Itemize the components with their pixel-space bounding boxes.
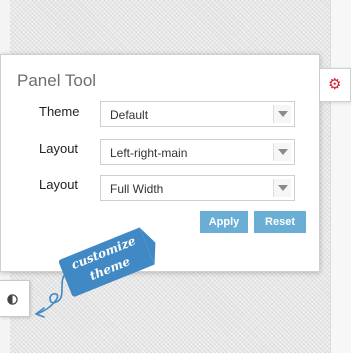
chevron-down-icon[interactable] (273, 143, 291, 161)
theme-label: Theme (39, 104, 80, 119)
theme-select-value: Default (110, 108, 149, 122)
chevron-down-icon[interactable] (273, 179, 291, 197)
reset-button[interactable]: Reset (254, 211, 306, 233)
width-label: Layout (39, 177, 79, 192)
width-select[interactable]: Full Width (100, 175, 295, 201)
panel-tool-toggle-tab[interactable]: ⚙ (320, 68, 351, 102)
gear-icon[interactable]: ⚙ (328, 75, 341, 95)
page-right-edge (330, 0, 351, 353)
panel-title: Panel Tool (17, 71, 97, 90)
layout-select[interactable]: Left-right-main (100, 139, 295, 165)
customize-theme-button[interactable] (0, 280, 30, 317)
layout-select-value: Left-right-main (110, 146, 188, 160)
layout-label: Layout (39, 141, 79, 156)
chevron-down-icon[interactable] (273, 105, 291, 123)
theme-select[interactable]: Default (100, 101, 295, 127)
contrast-icon[interactable] (7, 294, 18, 305)
panel-tool: Panel Tool Theme Default Layout Left-rig… (0, 54, 320, 272)
width-select-value: Full Width (110, 182, 164, 196)
apply-button[interactable]: Apply (200, 211, 248, 233)
